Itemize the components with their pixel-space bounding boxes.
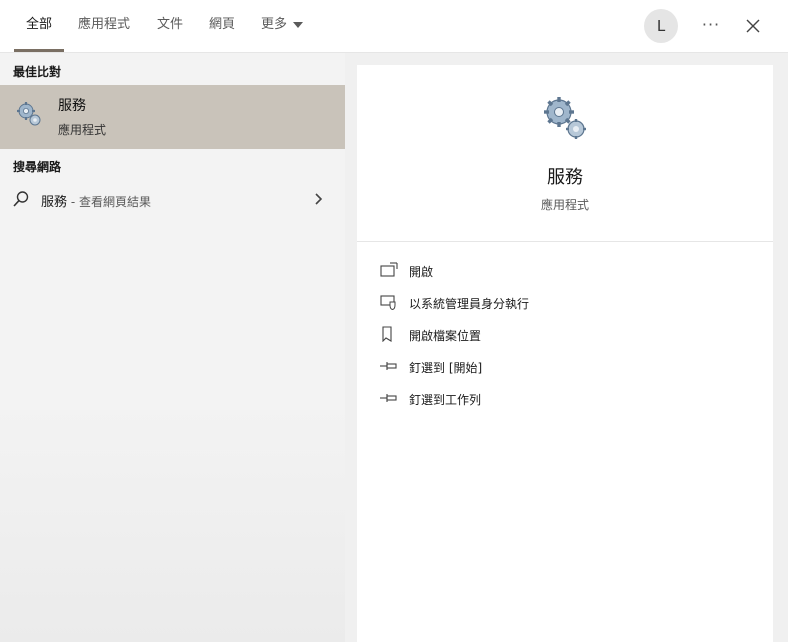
tab-all[interactable]: 全部 <box>14 0 65 52</box>
divider <box>357 241 773 242</box>
action-run-as-admin-label: 以系統管理員身分執行 <box>409 297 530 311</box>
results-pane: 最佳比對 服務 應用程式 搜尋網路 服務 - 查看網頁結果 <box>0 53 345 642</box>
web-query-text: 服務 <box>41 195 68 210</box>
chevron-down-icon <box>293 21 304 28</box>
tab-apps-label: 應用程式 <box>78 17 131 32</box>
more-options-button[interactable]: ··· <box>696 14 726 38</box>
close-icon <box>746 19 760 33</box>
active-tab-indicator <box>14 49 65 52</box>
run-as-admin-icon <box>380 295 396 310</box>
file-location-icon <box>382 326 392 342</box>
tab-web[interactable]: 網頁 <box>209 0 235 52</box>
best-match-result[interactable]: 服務 應用程式 <box>0 85 345 149</box>
action-open-label: 開啟 <box>409 265 434 279</box>
search-window: 全部 應用程式 文件 網頁 更多 L ··· 最佳比對 服務 應用程式 搜尋網路… <box>0 0 788 642</box>
action-pin-to-taskbar[interactable]: 釘選到工作列 <box>357 385 773 413</box>
web-search-query: 服務 - 查看網頁結果 <box>41 191 151 210</box>
pin-icon <box>380 394 397 402</box>
chevron-right-icon <box>315 193 323 205</box>
action-open-file-location[interactable]: 開啟檔案位置 <box>357 321 773 349</box>
detail-app-name: 服務 <box>547 167 583 188</box>
tab-documents[interactable]: 文件 <box>157 0 183 52</box>
ellipsis-icon: ··· <box>701 15 721 34</box>
action-open-file-location-label: 開啟檔案位置 <box>409 329 482 343</box>
action-pin-to-start[interactable]: 釘選到 [開始] <box>357 353 773 381</box>
action-pin-to-taskbar-label: 釘選到工作列 <box>409 393 482 407</box>
services-gear-icon <box>544 97 586 139</box>
pane-separator <box>345 53 357 642</box>
tab-all-label: 全部 <box>26 17 53 32</box>
tab-documents-label: 文件 <box>157 17 184 32</box>
tab-more[interactable]: 更多 <box>261 0 304 52</box>
services-gear-icon <box>17 102 41 126</box>
open-icon <box>380 262 398 277</box>
web-search-result[interactable]: 服務 - 查看網頁結果 <box>0 183 345 215</box>
best-match-type: 應用程式 <box>58 123 107 137</box>
close-button[interactable] <box>742 15 764 37</box>
details-pane: 服務 應用程式 開啟 以系統管理員身分執行 開啟檔案位置 釘選到 [開始] 釘選… <box>357 65 773 642</box>
action-run-as-admin[interactable]: 以系統管理員身分執行 <box>357 289 773 317</box>
tab-web-label: 網頁 <box>209 17 236 32</box>
search-tab-bar: 全部 應用程式 文件 網頁 更多 L ··· <box>0 0 788 53</box>
avatar-initial: L <box>656 17 666 35</box>
search-icon <box>13 191 29 207</box>
pin-icon <box>380 362 397 370</box>
web-search-header: 搜尋網路 <box>13 160 62 174</box>
best-match-header: 最佳比對 <box>13 65 62 79</box>
action-open[interactable]: 開啟 <box>357 257 773 285</box>
user-avatar[interactable]: L <box>644 9 678 43</box>
tab-more-label: 更多 <box>261 17 288 32</box>
web-query-suffix: - 查看網頁結果 <box>67 195 151 209</box>
action-pin-to-start-label: 釘選到 [開始] <box>409 361 483 375</box>
best-match-name: 服務 <box>58 98 86 114</box>
detail-app-type: 應用程式 <box>540 198 589 212</box>
tab-apps[interactable]: 應用程式 <box>78 0 130 52</box>
